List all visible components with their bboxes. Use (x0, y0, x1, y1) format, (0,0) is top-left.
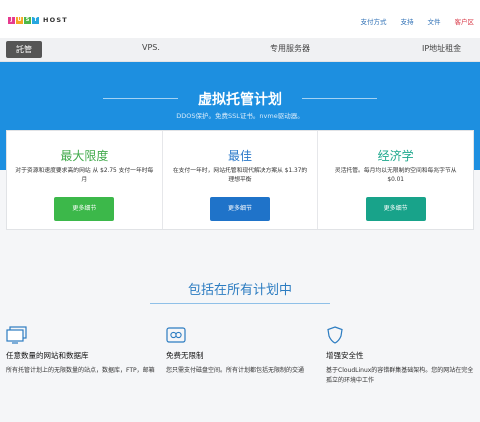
plan-title: 最大限度 (60, 149, 109, 163)
plan-description: 灵活托管。每月均以无限制的空间和每兆字节从 $0.01 (334, 168, 457, 183)
hero-subtitle: DDOS保护。免费SSL证书。nvme驱动器。 (176, 112, 304, 120)
more-details-button[interactable]: 更多细节 (210, 197, 270, 221)
logo-tile: T (32, 16, 39, 24)
nav-item-dedicated-servers[interactable]: 专用服务器 (270, 43, 310, 54)
feature-title: 任意数量的网站和数据库 (6, 351, 89, 360)
feature-security: 增强安全性 基于CloudLinux的容错群集基础架构。您的网站在完全孤立的环境… (326, 326, 476, 385)
payment-methods-link[interactable]: 支付方式 (361, 16, 387, 26)
logo-word: HOST (43, 16, 68, 24)
feature-title: 免费无限制 (166, 351, 204, 360)
top-links: 支付方式 支持 文件 客户区 (347, 16, 475, 26)
plan-card-optimal: 最佳 在支付一年时，网站托管和现代解决方案从 $1.37的理想平衡 更多细节 (163, 131, 319, 229)
support-link[interactable]: 支持 (401, 16, 414, 26)
features-title: 包括在所有计划中 (187, 283, 292, 298)
monitor-icon (6, 326, 156, 344)
plan-card-economy: 经济学 灵活托管。每月均以无限制的空间和每兆字节从 $0.01 更多细节 (318, 131, 473, 229)
nav-item-vps[interactable]: VPS. (142, 43, 160, 52)
feature-description: 基于CloudLinux的容错群集基础架构。您的网站在完全孤立的环境中工作 (326, 367, 474, 384)
plan-card-maximum: 最大限度 对于资源和速度要求高的网站 从 $2.75 支付一年时每月 更多细节 (7, 131, 163, 229)
client-area-link[interactable]: 客户区 (455, 16, 475, 26)
top-bar: J U S T HOST 支付方式 支持 文件 客户区 (0, 0, 480, 38)
features-underline (150, 303, 330, 304)
plan-title: 最佳 (228, 149, 253, 163)
docs-link[interactable]: 文件 (428, 16, 441, 26)
feature-free-traffic: 免费无限制 您只需支付磁盘空间。所有计划都包括无限制的交通 (166, 326, 316, 376)
plan-title: 经济学 (377, 149, 414, 163)
logo-tile: J (8, 16, 15, 24)
hero-title: 虚拟托管计划 (198, 92, 282, 108)
feature-title: 增强安全性 (326, 351, 364, 360)
shield-icon (326, 326, 476, 344)
main-nav: 託管 VPS. 专用服务器 IP地址租金 (0, 38, 480, 62)
logo-tile: U (16, 16, 23, 24)
plan-description: 对于资源和速度要求高的网站 从 $2.75 支付一年时每月 (15, 168, 154, 183)
logo-tile: S (24, 16, 31, 24)
more-details-button[interactable]: 更多细节 (365, 197, 426, 221)
nav-item-ip-rental[interactable]: IP地址租金 (422, 43, 461, 54)
plan-cards: 最大限度 对于资源和速度要求高的网站 从 $2.75 支付一年时每月 更多细节 … (6, 130, 474, 230)
infinity-icon (166, 326, 316, 344)
feature-unlimited-sites: 任意数量的网站和数据库 所有托管计划上的无限数量的站点，数据库，FTP，邮箱 (6, 326, 156, 376)
hero-divider-right (302, 98, 377, 99)
feature-description: 您只需支付磁盘空间。所有计划都包括无限制的交通 (166, 367, 305, 374)
plan-description: 在支付一年时，网站托管和现代解决方案从 $1.37的理想平衡 (172, 168, 308, 183)
justhost-logo[interactable]: J U S T HOST (8, 10, 68, 30)
nav-item-hosting[interactable]: 託管 (6, 41, 42, 58)
more-details-button[interactable]: 更多细节 (54, 197, 115, 221)
feature-description: 所有托管计划上的无限数量的站点，数据库，FTP，邮箱 (6, 367, 155, 374)
